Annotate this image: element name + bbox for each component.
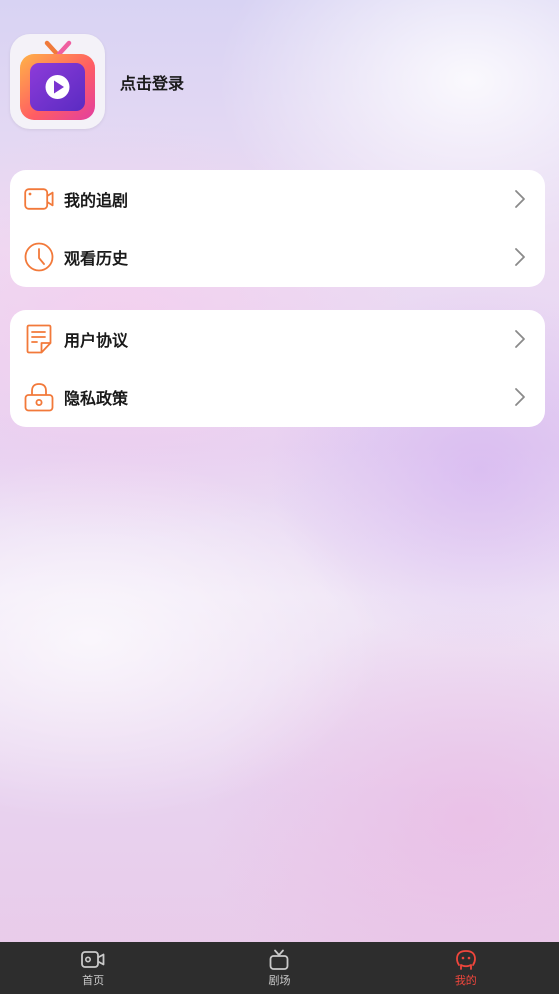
tv-icon (270, 949, 289, 970)
tv-play-logo-icon (20, 40, 95, 120)
tab-label: 首页 (82, 974, 105, 987)
menu-item-privacy-policy[interactable]: 隐私政策 (10, 368, 545, 426)
menu-item-label: 观看历史 (64, 249, 129, 268)
menu-item-user-agreement[interactable]: 用户协议 (10, 310, 545, 368)
menu-item-label: 我的追剧 (64, 191, 129, 210)
smiley-icon (455, 950, 476, 970)
app-logo-avatar[interactable] (10, 34, 105, 129)
menu-card-legal: 用户协议 隐私政策 (10, 310, 545, 427)
chevron-right-icon (515, 190, 525, 208)
tab-label: 剧场 (268, 974, 291, 987)
tab-label: 我的 (454, 974, 477, 987)
tab-theater[interactable]: 剧场 (186, 942, 372, 994)
video-camera-icon (23, 183, 55, 215)
menu-item-label: 用户协议 (64, 331, 129, 350)
video-icon (81, 951, 105, 968)
chevron-right-icon (515, 248, 525, 266)
chevron-right-icon (515, 330, 525, 348)
login-prompt[interactable]: 点击登录 (120, 70, 184, 94)
menu-item-label: 隐私政策 (64, 389, 129, 408)
tab-home[interactable]: 首页 (0, 942, 186, 994)
profile-header[interactable]: 点击登录 (10, 34, 184, 129)
menu-item-watch-history[interactable]: 观看历史 (10, 228, 545, 286)
menu-card-watch: 我的追剧 观看历史 (10, 170, 545, 287)
clock-icon (23, 241, 55, 273)
menu-item-my-follows[interactable]: 我的追剧 (10, 170, 545, 228)
tab-mine[interactable]: 我的 (373, 942, 559, 994)
document-icon (23, 323, 55, 355)
chevron-right-icon (515, 388, 525, 406)
bottom-tab-bar: 首页 剧场 我的 (0, 942, 559, 994)
lock-icon (23, 381, 55, 413)
